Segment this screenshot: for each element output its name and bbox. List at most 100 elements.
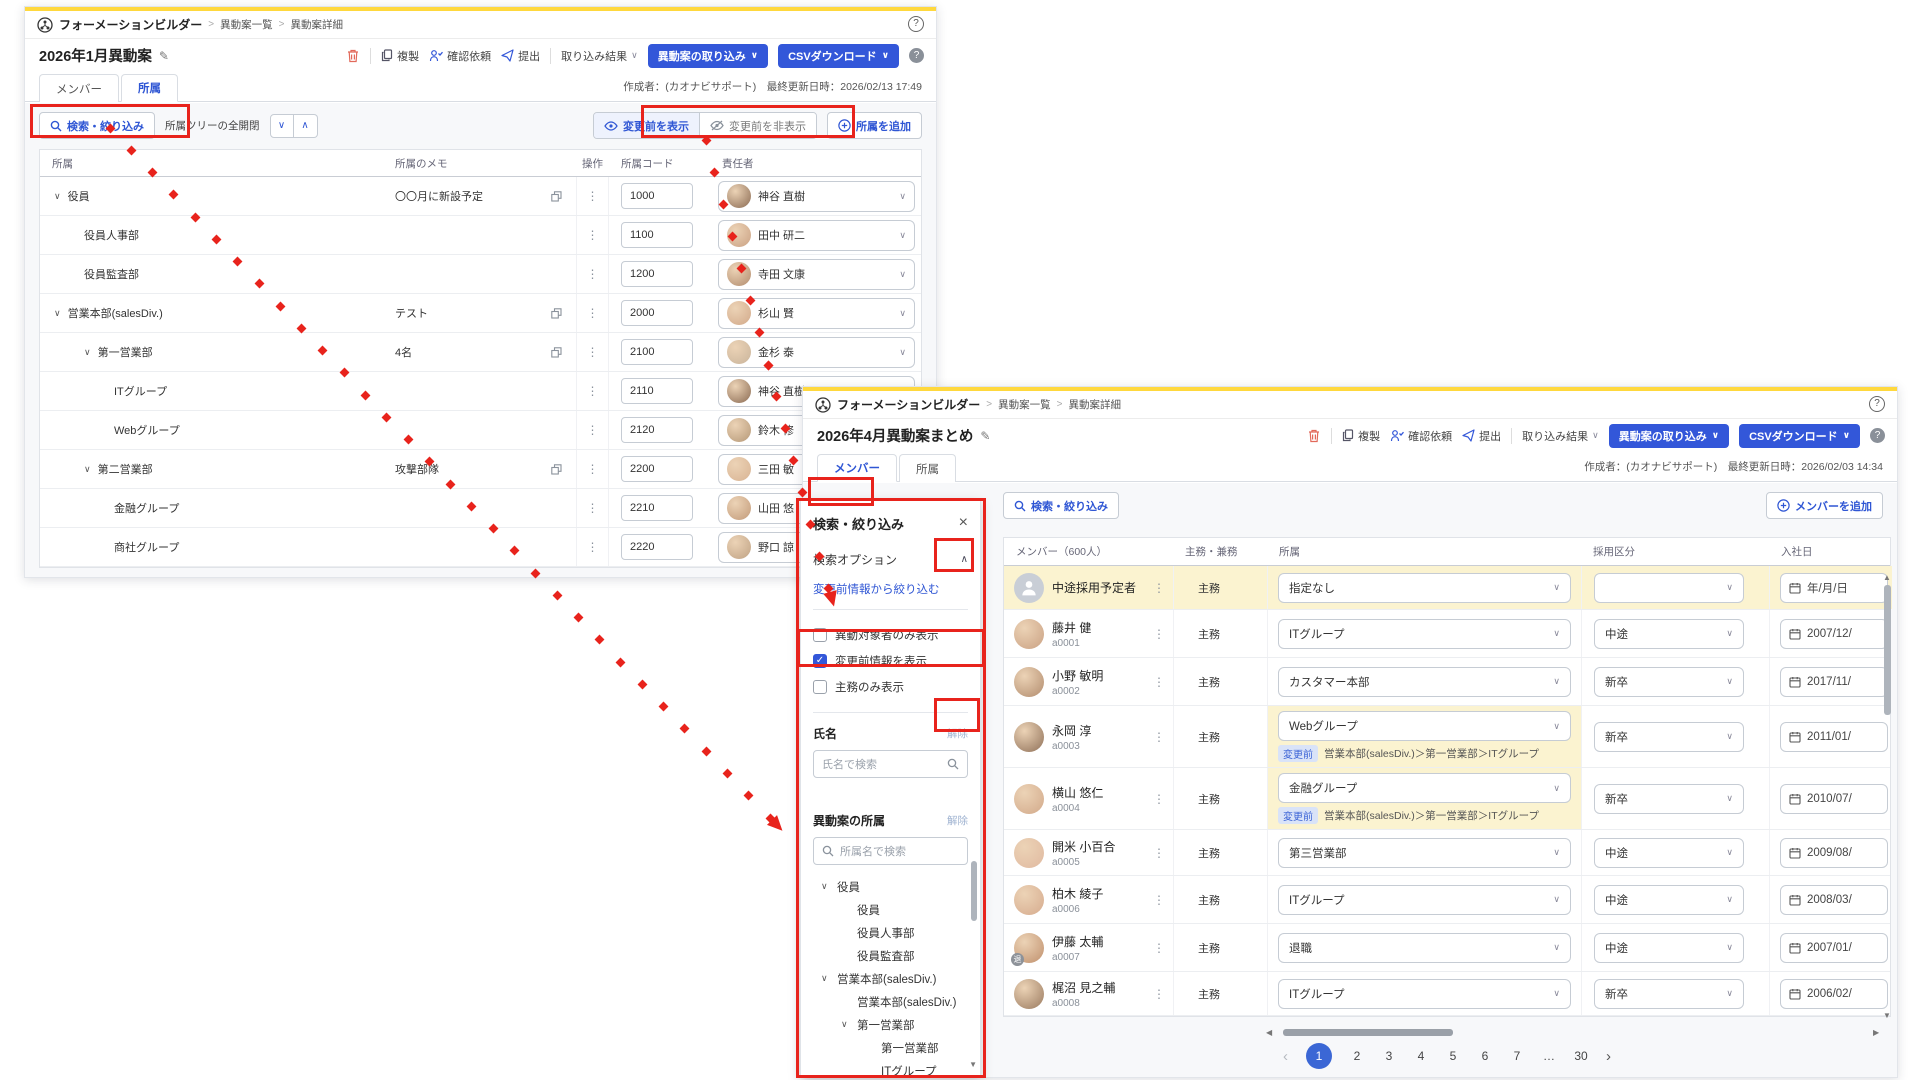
row-menu-icon[interactable]: ⋮ (576, 255, 609, 293)
hire-type-dropdown[interactable]: 新卒∨ (1594, 784, 1744, 814)
scroll-down-icon[interactable]: ▼ (969, 1060, 977, 1069)
name-clear-link[interactable]: 解除 (947, 726, 968, 741)
duplicate-button[interactable]: 複製 (381, 48, 419, 64)
tree-expand-button[interactable]: ∨ (270, 114, 294, 138)
row-menu-icon[interactable]: ⋮ (1153, 581, 1165, 595)
department-code-input[interactable]: 2220 (621, 534, 693, 560)
row-menu-icon[interactable]: ⋮ (1153, 846, 1165, 860)
row-menu-icon[interactable]: ⋮ (1153, 893, 1165, 907)
tab-member[interactable]: メンバー (39, 74, 119, 102)
dept-clear-link[interactable]: 解除 (947, 813, 968, 828)
tree-item[interactable]: ∨第一営業部 (813, 1013, 968, 1036)
scroll-right-icon[interactable]: ▶ (1873, 1028, 1879, 1037)
checkbox[interactable] (813, 680, 827, 694)
edit-title-icon[interactable]: ✎ (980, 429, 990, 443)
department-code-input[interactable]: 2000 (621, 300, 693, 326)
tree-collapse-button[interactable]: ∧ (294, 114, 318, 138)
hire-date-input[interactable]: 2017/11/ (1780, 667, 1888, 697)
help-icon[interactable]: ? (908, 16, 924, 32)
checkbox[interactable]: ✓ (813, 654, 827, 668)
department-dropdown[interactable]: 指定なし∨ (1278, 573, 1571, 603)
row-menu-icon[interactable]: ⋮ (1153, 941, 1165, 955)
vertical-scrollbar[interactable] (1884, 585, 1891, 715)
horizontal-scrollbar[interactable] (1283, 1029, 1453, 1036)
tree-item[interactable]: 役員 (813, 898, 968, 921)
row-menu-icon[interactable]: ⋮ (1153, 987, 1165, 1001)
hire-type-dropdown[interactable]: 新卒∨ (1594, 722, 1744, 752)
breadcrumb-plan-list[interactable]: 異動案一覧 (998, 397, 1051, 412)
next-page-icon[interactable]: › (1606, 1048, 1611, 1065)
row-menu-icon[interactable]: ⋮ (1153, 627, 1165, 641)
department-dropdown[interactable]: 金融グループ∨ (1278, 773, 1571, 803)
tab-department[interactable]: 所属 (899, 454, 956, 482)
tree-item[interactable]: 役員人事部 (813, 921, 968, 944)
row-menu-icon[interactable]: ⋮ (576, 333, 609, 371)
scroll-down-icon[interactable]: ▼ (1883, 1011, 1891, 1020)
department-code-input[interactable]: 1100 (621, 222, 693, 248)
department-code-input[interactable]: 2200 (621, 456, 693, 482)
department-code-input[interactable]: 1000 (621, 183, 693, 209)
hire-type-dropdown[interactable]: 新卒∨ (1594, 979, 1744, 1009)
department-dropdown[interactable]: カスタマー本部∨ (1278, 667, 1571, 697)
import-result-button[interactable]: 取り込み結果∨ (561, 48, 638, 64)
import-result-button[interactable]: 取り込み結果∨ (1522, 428, 1599, 444)
page-number[interactable]: … (1542, 1049, 1556, 1063)
row-menu-icon[interactable]: ⋮ (576, 177, 609, 215)
hire-type-dropdown[interactable]: 中途∨ (1594, 885, 1744, 915)
page-number[interactable]: 4 (1414, 1049, 1428, 1063)
department-code-input[interactable]: 2100 (621, 339, 693, 365)
department-dropdown[interactable]: Webグループ∨ (1278, 711, 1571, 741)
tree-caret-icon[interactable]: ∨ (821, 881, 828, 892)
request-confirm-button[interactable]: 確認依頼 (429, 48, 491, 64)
hire-date-input[interactable]: 2008/03/ (1780, 885, 1888, 915)
tree-caret-icon[interactable]: ∨ (821, 973, 828, 984)
memo-link-icon[interactable] (551, 308, 562, 319)
tab-member[interactable]: メンバー (817, 454, 897, 482)
scroll-up-icon[interactable]: ▲ (1883, 573, 1891, 582)
tab-department[interactable]: 所属 (121, 74, 178, 102)
row-menu-icon[interactable]: ⋮ (576, 450, 609, 488)
help-icon[interactable]: ? (909, 48, 924, 63)
manager-dropdown[interactable]: 神谷 直樹 ∨ (718, 181, 915, 212)
department-dropdown[interactable]: 第三営業部∨ (1278, 838, 1571, 868)
search-filter-button[interactable]: 検索・絞り込み (39, 112, 155, 139)
request-confirm-button[interactable]: 確認依頼 (1390, 428, 1452, 444)
breadcrumb-plan-list[interactable]: 異動案一覧 (220, 17, 273, 32)
page-number[interactable]: 3 (1382, 1049, 1396, 1063)
csv-download-button[interactable]: CSVダウンロード∨ (1739, 424, 1860, 448)
duplicate-button[interactable]: 複製 (1342, 428, 1380, 444)
panel-scrollbar[interactable] (971, 861, 977, 921)
row-menu-icon[interactable]: ⋮ (576, 411, 609, 449)
row-menu-icon[interactable]: ⋮ (576, 294, 609, 332)
department-code-input[interactable]: 2210 (621, 495, 693, 521)
add-department-button[interactable]: 所属を追加 (827, 112, 922, 139)
help-icon[interactable]: ? (1870, 428, 1885, 443)
show-before-button[interactable]: 変更前を表示 (594, 113, 699, 138)
tree-item[interactable]: ∨役員 (813, 875, 968, 898)
close-icon[interactable]: × (959, 514, 968, 532)
scroll-left-icon[interactable]: ◀ (1266, 1028, 1272, 1037)
hire-type-dropdown[interactable]: ∨ (1594, 573, 1744, 603)
delete-icon[interactable] (346, 48, 360, 63)
memo-link-icon[interactable] (551, 347, 562, 358)
manager-dropdown[interactable]: 金杉 泰 ∨ (718, 337, 915, 368)
row-menu-icon[interactable]: ⋮ (576, 489, 609, 527)
hire-type-dropdown[interactable]: 中途∨ (1594, 619, 1744, 649)
tree-item[interactable]: 第一営業部 (813, 1036, 968, 1059)
hire-date-input[interactable]: 2011/01/ (1780, 722, 1888, 752)
hire-date-input[interactable]: 2006/02/ (1780, 979, 1888, 1009)
submit-button[interactable]: 提出 (1462, 428, 1501, 444)
checkbox[interactable] (813, 628, 827, 642)
add-member-button[interactable]: メンバーを追加 (1766, 492, 1883, 519)
hire-type-dropdown[interactable]: 中途∨ (1594, 838, 1744, 868)
row-menu-icon[interactable]: ⋮ (576, 372, 609, 410)
prev-page-icon[interactable]: ‹ (1283, 1048, 1288, 1065)
tree-caret-icon[interactable]: ∨ (84, 347, 91, 358)
hire-type-dropdown[interactable]: 新卒∨ (1594, 667, 1744, 697)
page-number[interactable]: 5 (1446, 1049, 1460, 1063)
department-dropdown[interactable]: 退職∨ (1278, 933, 1571, 963)
page-number[interactable]: 2 (1350, 1049, 1364, 1063)
department-code-input[interactable]: 2120 (621, 417, 693, 443)
tree-caret-icon[interactable]: ∨ (84, 464, 91, 475)
tree-item[interactable]: ∨営業本部(salesDiv.) (813, 967, 968, 990)
